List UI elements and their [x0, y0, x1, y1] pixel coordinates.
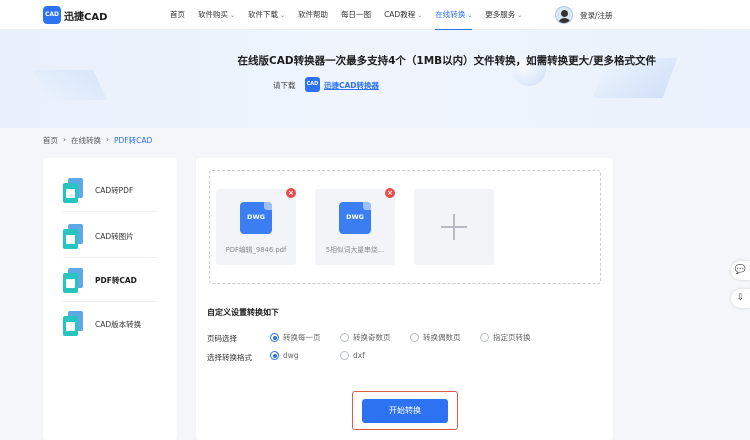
chevron-down-icon: ⌄ — [230, 11, 236, 19]
sidebar-item-cad-version-convert[interactable]: CAD版本转换 — [63, 303, 157, 345]
file-name: 5相似词大量串烧... — [325, 246, 385, 254]
conversion-type-sidebar: CAD转PDF CAD转图片 PDF转CAD CAD版本转换 — [43, 158, 177, 440]
sidebar-item-pdf-to-cad[interactable]: PDF转CAD — [63, 260, 157, 302]
radio-dot-icon — [270, 351, 279, 360]
breadcrumb-online-convert[interactable]: 在线转换 — [71, 135, 101, 146]
breadcrumb-separator: › — [63, 135, 66, 144]
logo-text[interactable]: 迅捷CAD — [64, 8, 107, 23]
dwg-file-icon: DWG — [339, 202, 371, 234]
nav-daily-drawing[interactable]: 每日一图 — [341, 0, 371, 30]
nav-software-help[interactable]: 软件帮助 — [298, 0, 328, 30]
sidebar-item-label: CAD转图片 — [95, 232, 134, 241]
radio-dot-icon — [410, 333, 419, 342]
sidebar-item-cad-to-pdf[interactable]: CAD转PDF — [63, 170, 157, 212]
nav-software-purchase[interactable]: 软件购买 ⌄ — [198, 0, 235, 31]
file-convert-icon — [63, 311, 85, 337]
radio-dot-icon — [270, 333, 279, 342]
nav-software-download[interactable]: 软件下载 ⌄ — [248, 0, 285, 31]
file-convert-icon — [63, 223, 85, 250]
nav-online-convert[interactable]: 在线转换 ⌄ — [435, 0, 473, 31]
nav-cad-tutorial[interactable]: CAD教程 ⌄ — [384, 0, 422, 31]
plus-icon — [453, 214, 455, 240]
radio-format-dxf[interactable]: dxf — [340, 351, 365, 360]
radio-odd-pages[interactable]: 转换奇数页 — [340, 332, 391, 343]
cad-app-icon[interactable]: CAD — [305, 77, 320, 92]
remove-file-button[interactable]: × — [385, 188, 395, 198]
sidebar-item-label: CAD转PDF — [95, 186, 134, 195]
breadcrumb-separator: › — [106, 135, 109, 144]
download-label: 请下载 — [273, 81, 296, 90]
logo-icon[interactable]: CAD — [43, 6, 61, 24]
sidebar-item-cad-to-image[interactable]: CAD转图片 — [63, 216, 157, 258]
settings-title: 自定义设置转换如下 — [207, 308, 279, 317]
radio-dot-icon — [480, 333, 489, 342]
radio-specified-pages[interactable]: 指定页转换 — [480, 332, 531, 343]
remove-file-button[interactable]: × — [286, 188, 296, 198]
chevron-down-icon: ⌄ — [417, 11, 423, 19]
download-converter-link[interactable]: 迅捷CAD转换器 — [324, 80, 379, 91]
uploaded-file-card[interactable]: DWG PDF编辑_9846.pdf — [216, 189, 296, 265]
start-convert-button[interactable]: 开始转换 — [362, 399, 448, 423]
download-icon[interactable]: ⇩ — [731, 289, 750, 308]
chat-icon[interactable]: 💬 — [731, 261, 750, 280]
nav-more-services[interactable]: 更多服务 ⌄ — [485, 0, 522, 31]
banner-title: 在线版CAD转换器一次最多支持4个（1MB以内）文件转换，如需转换更大/更多格式… — [237, 55, 656, 67]
dwg-file-icon: DWG — [240, 202, 272, 234]
format-select-label: 选择转换格式 — [207, 353, 252, 362]
uploaded-file-card[interactable]: DWG 5相似词大量串烧... — [315, 189, 395, 265]
radio-every-page[interactable]: 转换每一页 — [270, 332, 321, 343]
sidebar-item-label: CAD版本转换 — [95, 319, 142, 329]
chevron-down-icon: ⌄ — [517, 11, 523, 19]
file-convert-icon — [63, 177, 85, 204]
chevron-down-icon: ⌄ — [280, 11, 286, 19]
avatar[interactable] — [555, 6, 573, 24]
file-name: PDF编辑_9846.pdf — [225, 246, 287, 254]
file-convert-icon — [63, 267, 85, 294]
main-nav: 首页 软件购买 ⌄ 软件下载 ⌄ 软件帮助 每日一图 CAD教程 ⌄ 在线转换 ⌄ 更多… — [170, 0, 535, 31]
nav-home[interactable]: 首页 — [170, 0, 185, 30]
radio-dot-icon — [340, 351, 349, 360]
page-select-label: 页码选择 — [207, 334, 237, 343]
breadcrumb: 首页 › 在线转换 › PDF转CAD — [43, 135, 152, 146]
radio-even-pages[interactable]: 转换偶数页 — [410, 332, 461, 343]
chevron-down-icon: ⌄ — [467, 11, 473, 19]
radio-format-dwg[interactable]: dwg — [270, 351, 299, 360]
radio-dot-icon — [340, 333, 349, 342]
login-register-link[interactable]: 登录/注册 — [580, 10, 613, 21]
sidebar-item-label: PDF转CAD — [95, 276, 137, 285]
breadcrumb-current: PDF转CAD — [114, 136, 153, 145]
breadcrumb-home[interactable]: 首页 — [43, 135, 58, 146]
add-file-button[interactable] — [414, 189, 494, 265]
